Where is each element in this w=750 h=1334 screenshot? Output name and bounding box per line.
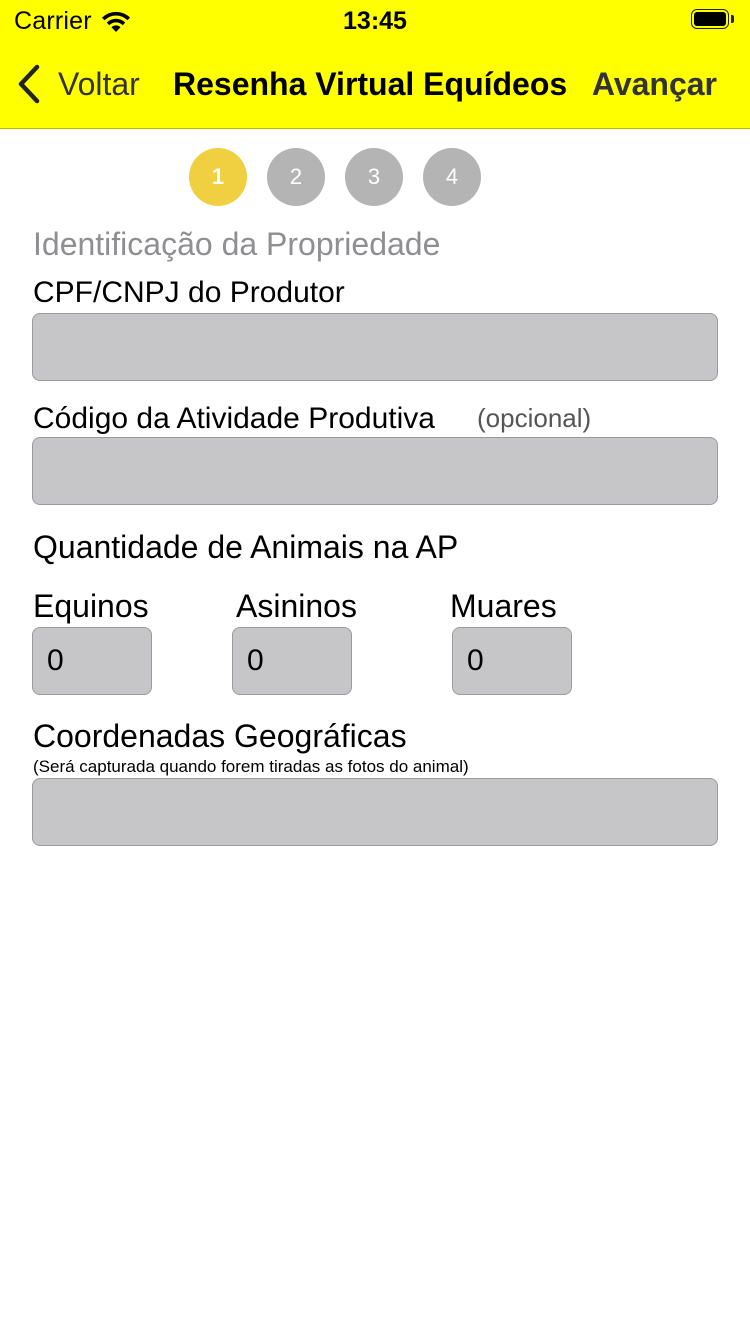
battery-fill — [694, 12, 726, 26]
page-title: Resenha Virtual Equídeos — [173, 66, 568, 102]
status-time: 13:45 — [343, 7, 407, 35]
asininos-label: Asininos — [236, 588, 357, 624]
step-4: 4 — [423, 148, 481, 206]
battery-tip — [731, 15, 734, 23]
equinos-input[interactable] — [32, 627, 152, 695]
section-title: Identificação da Propriedade — [33, 226, 441, 262]
quantidade-label: Quantidade de Animais na AP — [33, 529, 459, 565]
step-indicator: 1 2 3 4 — [189, 148, 481, 206]
cpf-input[interactable] — [32, 313, 718, 381]
coordenadas-label: Coordenadas Geográficas — [33, 718, 407, 754]
muares-label: Muares — [450, 588, 557, 624]
next-button[interactable]: Avançar — [592, 62, 717, 106]
asininos-input[interactable] — [232, 627, 352, 695]
cpf-label: CPF/CNPJ do Produtor — [33, 276, 345, 309]
back-button[interactable]: Voltar — [16, 62, 140, 106]
coordenadas-input[interactable] — [32, 778, 718, 846]
step-2: 2 — [267, 148, 325, 206]
coordenadas-note: (Será capturada quando forem tiradas as … — [33, 757, 469, 776]
equinos-label: Equinos — [33, 588, 149, 624]
navigation-header: Carrier 13:45 Voltar Resenha Virtual Equ… — [0, 0, 750, 129]
codigo-label: Código da Atividade Produtiva — [33, 402, 435, 435]
optional-label: (opcional) — [477, 403, 592, 433]
step-3: 3 — [345, 148, 403, 206]
battery-icon — [691, 9, 737, 31]
chevron-left-icon — [18, 64, 40, 104]
back-label: Voltar — [58, 65, 140, 102]
codigo-input[interactable] — [32, 437, 718, 505]
step-1: 1 — [189, 148, 247, 206]
muares-input[interactable] — [452, 627, 572, 695]
